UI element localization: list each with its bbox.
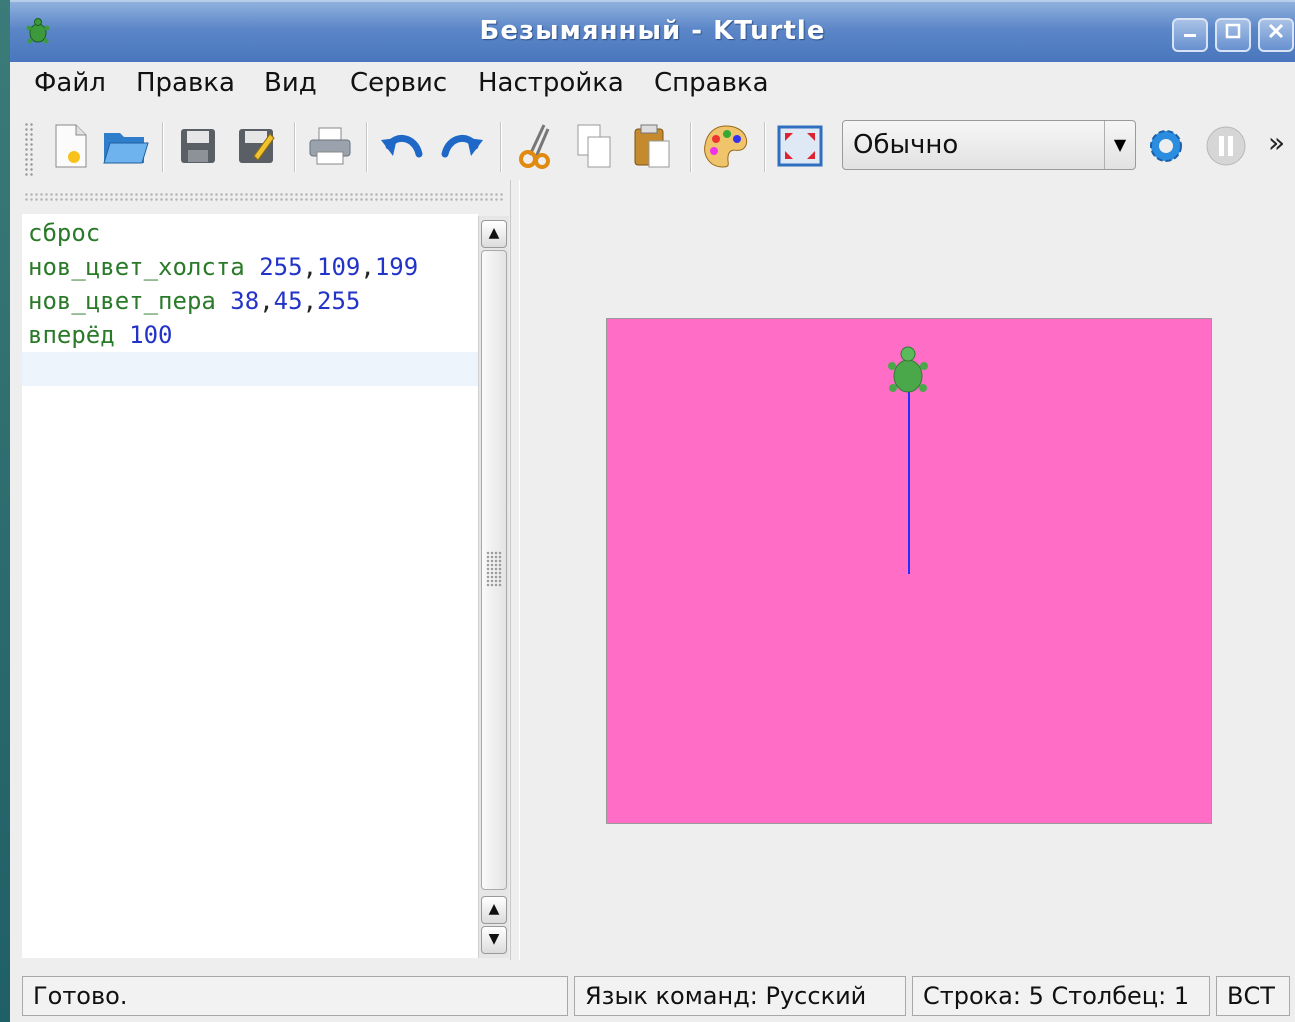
code-number: 100: [129, 321, 173, 349]
copy-icon[interactable]: [568, 118, 620, 174]
current-line-highlight: [22, 352, 478, 386]
code-number: 255: [259, 253, 303, 281]
code-editor[interactable]: сброс нов_цвет_холста 255,109,199 нов_цв…: [22, 214, 478, 958]
code-number: 199: [374, 253, 419, 281]
speed-select[interactable]: Обычно ▼: [842, 120, 1136, 170]
menu-file[interactable]: Файл: [34, 68, 106, 98]
status-insert-mode: ВСТ: [1216, 976, 1290, 1016]
paste-icon[interactable]: [626, 118, 678, 174]
undo-icon[interactable]: [376, 118, 428, 174]
save-icon[interactable]: [172, 118, 224, 174]
turtle-sprite: [886, 344, 930, 398]
main-toolbar: Обычно ▼ »: [10, 108, 1295, 184]
close-button[interactable]: [1258, 18, 1294, 52]
status-language: Язык команд: Русский: [574, 976, 906, 1016]
new-file-icon[interactable]: [44, 118, 96, 174]
toolbar-separator: [500, 122, 502, 172]
toolbar-separator: [162, 122, 164, 172]
code-command: сброс: [28, 219, 101, 247]
toolbar-separator: [294, 122, 296, 172]
pane-splitter[interactable]: [510, 180, 520, 960]
toolbar-separator: [764, 122, 766, 172]
maximize-button[interactable]: [1215, 18, 1251, 52]
code-command: нов_цвет_пера: [28, 287, 216, 315]
code-number: 109: [317, 253, 361, 281]
kturtle-window: Безымянный - KTurtle Файл Правка Вид Сер…: [10, 0, 1295, 1022]
code-number: 45: [273, 287, 303, 315]
status-cursor-position: Строка: 5 Столбец: 1: [912, 976, 1210, 1016]
toolbar-grip[interactable]: [24, 122, 34, 176]
code-line: вперёд 100: [28, 318, 173, 352]
toolbar-separator: [690, 122, 692, 172]
code-line: нов_цвет_холста 255,109,199: [28, 253, 419, 281]
editor-dock-grip[interactable]: [24, 192, 504, 202]
status-message: Готово.: [22, 976, 568, 1016]
scroll-up-button[interactable]: ▲: [481, 220, 507, 248]
fullscreen-icon[interactable]: [774, 118, 826, 174]
chevron-down-icon[interactable]: ▼: [1104, 121, 1135, 169]
editor-scrollbar[interactable]: ▲ ▲ ▼: [478, 216, 509, 958]
menu-view[interactable]: Вид: [264, 68, 317, 98]
toolbar-overflow-button[interactable]: »: [1268, 126, 1285, 159]
scroll-up-button[interactable]: ▲: [481, 896, 507, 924]
cut-icon[interactable]: [510, 118, 562, 174]
code-line: сброс: [28, 216, 100, 250]
palette-icon[interactable]: [700, 118, 752, 174]
scrollbar-thumb[interactable]: [481, 250, 507, 890]
desktop-edge: [0, 0, 10, 1022]
pause-icon[interactable]: [1200, 118, 1252, 174]
menu-settings[interactable]: Настройка: [478, 68, 624, 98]
speed-select-value: Обычно: [853, 130, 959, 160]
status-bar: Готово. Язык команд: Русский Строка: 5 С…: [10, 970, 1295, 1022]
save-as-icon[interactable]: [230, 118, 282, 174]
toolbar-separator: [366, 122, 368, 172]
print-icon[interactable]: [304, 118, 356, 174]
menu-help[interactable]: Справка: [654, 68, 769, 98]
code-number: 255: [317, 287, 361, 315]
open-folder-icon[interactable]: [100, 118, 152, 174]
menu-tools[interactable]: Сервис: [350, 68, 447, 98]
menu-edit[interactable]: Правка: [136, 68, 235, 98]
code-line: нов_цвет_пера 38,45,255: [28, 287, 361, 315]
gear-icon[interactable]: [1140, 118, 1192, 174]
title-bar[interactable]: Безымянный - KTurtle: [10, 0, 1295, 62]
code-command: нов_цвет_холста: [28, 253, 245, 281]
minimize-button[interactable]: [1172, 18, 1208, 52]
window-title: Безымянный - KTurtle: [479, 16, 826, 46]
redo-icon[interactable]: [436, 118, 488, 174]
code-number: 38: [230, 287, 260, 315]
pen-trail: [908, 390, 910, 574]
code-command: вперёд: [28, 321, 115, 349]
menu-bar: Файл Правка Вид Сервис Настройка Справка: [10, 62, 1295, 108]
scroll-down-button[interactable]: ▼: [481, 926, 507, 954]
